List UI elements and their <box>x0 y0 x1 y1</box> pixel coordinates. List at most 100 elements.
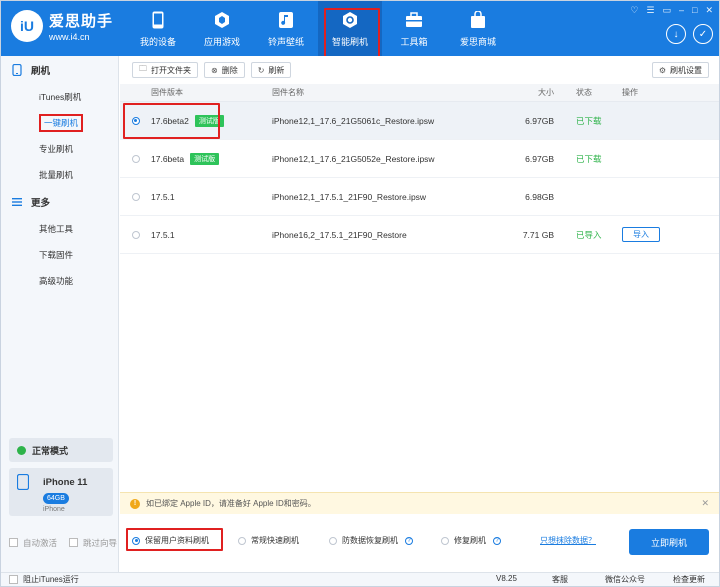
row-radio[interactable] <box>131 116 140 125</box>
version-label: V8.25 <box>496 574 517 583</box>
help-icon[interactable]: ? <box>493 536 501 545</box>
firmware-status: 已下载 <box>576 115 602 126</box>
firmware-status: 已导入 <box>576 229 602 240</box>
header-bar: iU 爱思助手 www.i4.cn 我的设备 应用游戏 铃声壁纸 智能刷机 工具… <box>1 1 719 58</box>
option-quick-flash[interactable]: 常规快速刷机 <box>238 535 299 546</box>
option-keep-data[interactable]: 保留用户资料刷机 <box>132 535 209 546</box>
erase-data-link[interactable]: 只想抹除数据？ <box>540 535 596 546</box>
sidebar: 刷机 iTunes刷机 一键刷机 专业刷机 批量刷机 更多 其他工具 下载固件 … <box>1 56 119 572</box>
auto-activate-checkbox[interactable]: 自动激活 <box>9 537 57 549</box>
service-link[interactable]: 客服 <box>552 574 568 585</box>
refresh-button[interactable]: ↻ 刷新 <box>250 62 292 78</box>
firmware-size: 7.71 GB <box>522 229 554 240</box>
nav-label: 爱思商城 <box>459 36 496 47</box>
folder-icon: 🗀 <box>139 64 147 73</box>
skip-wizard-checkbox[interactable]: 跳过向导 <box>69 537 117 549</box>
sidebar-item-other-tools[interactable]: 其他工具 <box>1 216 118 242</box>
nav-shop[interactable]: 爱思商城 <box>446 1 510 56</box>
nav-ringtone[interactable]: 铃声壁纸 <box>254 1 318 56</box>
nav-label: 我的设备 <box>139 36 176 47</box>
option-radio[interactable] <box>132 536 140 545</box>
sidebar-item-advanced[interactable]: 高级功能 <box>1 268 118 294</box>
heart-icon[interactable]: ♡ <box>630 5 638 16</box>
firmware-name: iPhone16,2_17.5.1_21F90_Restore <box>272 229 407 240</box>
sidebar-group-flash: 刷机 <box>1 56 118 84</box>
block-itunes-checkbox[interactable]: 阻止iTunes运行 <box>9 574 79 585</box>
capacity-badge: 64GB <box>43 493 69 504</box>
option-radio[interactable] <box>329 536 337 545</box>
notice-text: 如已绑定 Apple ID，请准备好 Apple ID和密码。 <box>146 499 316 508</box>
help-icon[interactable]: ? <box>405 536 413 545</box>
nav-toolbox[interactable]: 工具箱 <box>382 1 446 56</box>
delete-button[interactable]: ⊗ 删除 <box>204 62 245 78</box>
app-name: 爱思助手 <box>49 13 114 30</box>
option-anti-recovery[interactable]: 防数据恢复刷机? <box>329 535 413 546</box>
firmware-name: iPhone12,1_17.5.1_21F90_Restore.ipsw <box>272 191 427 202</box>
import-button[interactable]: 导入 <box>622 227 660 242</box>
download-icon[interactable]: ↓ <box>666 24 686 44</box>
row-radio[interactable] <box>131 192 140 201</box>
device-name: iPhone 11 <box>43 476 88 488</box>
header-operation: 操作 <box>622 88 638 97</box>
header-name: 固件名称 <box>272 88 304 97</box>
ringtone-icon <box>276 10 296 30</box>
sidebar-item-itunes-flash[interactable]: iTunes刷机 <box>1 84 118 110</box>
header-status: 状态 <box>576 88 592 97</box>
table-row[interactable]: 17.6beta2 测试版 iPhone12,1_17.6_21G5061c_Re… <box>120 102 719 140</box>
sidebar-item-one-click-flash[interactable]: 一键刷机 <box>1 110 118 136</box>
phone-check-icon[interactable]: ✓ <box>693 24 713 44</box>
option-radio[interactable] <box>238 536 246 545</box>
nav-apps[interactable]: 应用游戏 <box>190 1 254 56</box>
app-url: www.i4.cn <box>49 32 90 42</box>
firmware-version: 17.5.1 <box>151 191 175 202</box>
sidebar-item-pro-flash[interactable]: 专业刷机 <box>1 136 118 162</box>
nav-my-device[interactable]: 我的设备 <box>126 1 190 56</box>
sidebar-checks: 自动激活 跳过向导 <box>9 537 117 549</box>
sidebar-item-download-firmware[interactable]: 下载固件 <box>1 242 118 268</box>
header-version: 固件版本 <box>151 88 183 97</box>
sidebar-item-batch-flash[interactable]: 批量刷机 <box>1 162 118 188</box>
check-update-link[interactable]: 检查更新 <box>673 574 705 585</box>
row-radio[interactable] <box>131 154 140 163</box>
device-mode: 正常模式 <box>9 438 113 462</box>
nav-label: 智能刷机 <box>331 36 368 47</box>
flash-icon <box>340 10 360 30</box>
sidebar-group-more: 更多 <box>1 188 118 216</box>
firmware-name: iPhone12,1_17.6_21G5061c_Restore.ipsw <box>272 115 435 126</box>
row-radio[interactable] <box>131 230 140 239</box>
warning-icon: ! <box>130 498 140 509</box>
shop-icon <box>468 10 488 30</box>
flash-now-button[interactable]: 立即刷机 <box>629 529 709 555</box>
logo-icon: iU <box>11 10 43 42</box>
notice-bar: ! 如已绑定 Apple ID，请准备好 Apple ID和密码。 ✕ <box>120 492 719 514</box>
close-icon[interactable]: ✕ <box>705 5 713 16</box>
table-row[interactable]: 17.5.1 iPhone16,2_17.5.1_21F90_Restore 7… <box>120 216 719 254</box>
status-dot-icon <box>17 445 26 455</box>
maximize-icon[interactable]: □ <box>692 5 697 16</box>
firmware-size: 6.98GB <box>525 191 554 202</box>
option-repair-flash[interactable]: 修复刷机? <box>441 535 501 546</box>
wechat-link[interactable]: 微信公众号 <box>605 574 645 585</box>
flash-group-icon <box>12 64 22 76</box>
table-row[interactable]: 17.6beta 测试版 iPhone12,1_17.6_21G5052e_Res… <box>120 140 719 178</box>
device-card[interactable]: iPhone 11 64GB iPhone <box>9 468 113 516</box>
firmware-size: 6.97GB <box>525 115 554 126</box>
firmware-status: 已下载 <box>576 153 602 164</box>
nav-label: 铃声壁纸 <box>267 36 304 47</box>
nav-smart-flash[interactable]: 智能刷机 <box>318 1 382 58</box>
nav-label: 应用游戏 <box>203 36 240 47</box>
option-radio[interactable] <box>441 536 449 545</box>
phone-icon <box>148 10 168 30</box>
table-row[interactable]: 17.5.1 iPhone12,1_17.5.1_21F90_Restore.i… <box>120 178 719 216</box>
open-folder-button[interactable]: 🗀 打开文件夹 <box>132 62 198 78</box>
device-model: iPhone <box>43 506 65 513</box>
toolbar: 🗀 打开文件夹 ⊗ 删除 ↻ 刷新 ⚙ 刷机设置 <box>120 56 719 84</box>
flash-settings-button[interactable]: ⚙ 刷机设置 <box>651 62 709 78</box>
menu-icon <box>12 198 22 206</box>
firmware-size: 6.97GB <box>525 153 554 164</box>
close-icon[interactable]: ✕ <box>701 498 709 509</box>
header-size: 大小 <box>538 88 554 97</box>
menu-icon[interactable]: ☰ <box>646 5 654 16</box>
restore-icon[interactable]: ▭ <box>662 5 671 16</box>
minimize-icon[interactable]: – <box>679 5 684 16</box>
